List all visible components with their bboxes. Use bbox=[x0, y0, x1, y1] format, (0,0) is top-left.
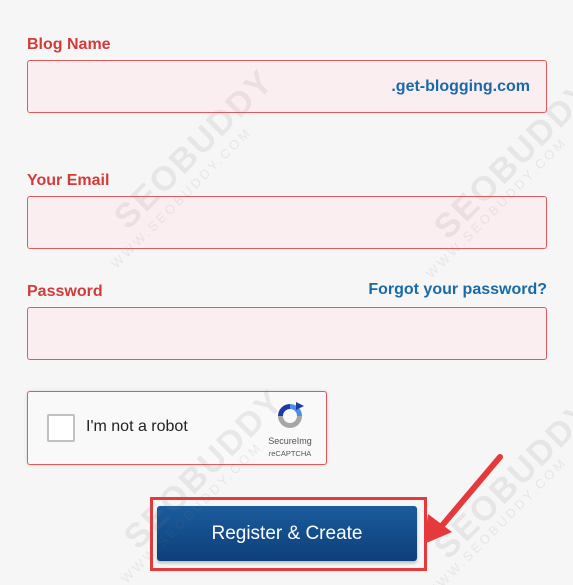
watermark-brand: SEOBUDDY bbox=[426, 391, 573, 567]
captcha-checkbox[interactable] bbox=[47, 414, 75, 442]
blog-name-field[interactable]: .get-blogging.com bbox=[27, 60, 547, 113]
captcha-subtext: reCAPTCHA bbox=[268, 449, 312, 458]
password-label: Password bbox=[27, 283, 103, 300]
captcha-brand: SecureImg bbox=[268, 436, 312, 446]
password-input[interactable] bbox=[28, 308, 546, 359]
watermark-url: WWW.SEOBUDDY.COM bbox=[422, 453, 570, 585]
captcha-widget: I'm not a robot SecureImg reCAPTCHA bbox=[27, 391, 327, 465]
email-field[interactable] bbox=[27, 196, 547, 249]
registration-form: Blog Name .get-blogging.com Your Email P… bbox=[0, 0, 573, 585]
password-field[interactable] bbox=[27, 307, 547, 360]
captcha-label: I'm not a robot bbox=[86, 418, 188, 435]
register-create-button[interactable]: Register & Create bbox=[157, 506, 417, 561]
captcha-logo: SecureImg reCAPTCHA bbox=[258, 400, 322, 458]
blog-name-label: Blog Name bbox=[27, 36, 111, 53]
blog-domain-suffix: .get-blogging.com bbox=[391, 77, 530, 95]
email-input[interactable] bbox=[28, 197, 546, 248]
email-label: Your Email bbox=[27, 172, 110, 189]
forgot-password-link[interactable]: Forgot your password? bbox=[368, 281, 547, 299]
recaptcha-icon bbox=[278, 402, 304, 428]
